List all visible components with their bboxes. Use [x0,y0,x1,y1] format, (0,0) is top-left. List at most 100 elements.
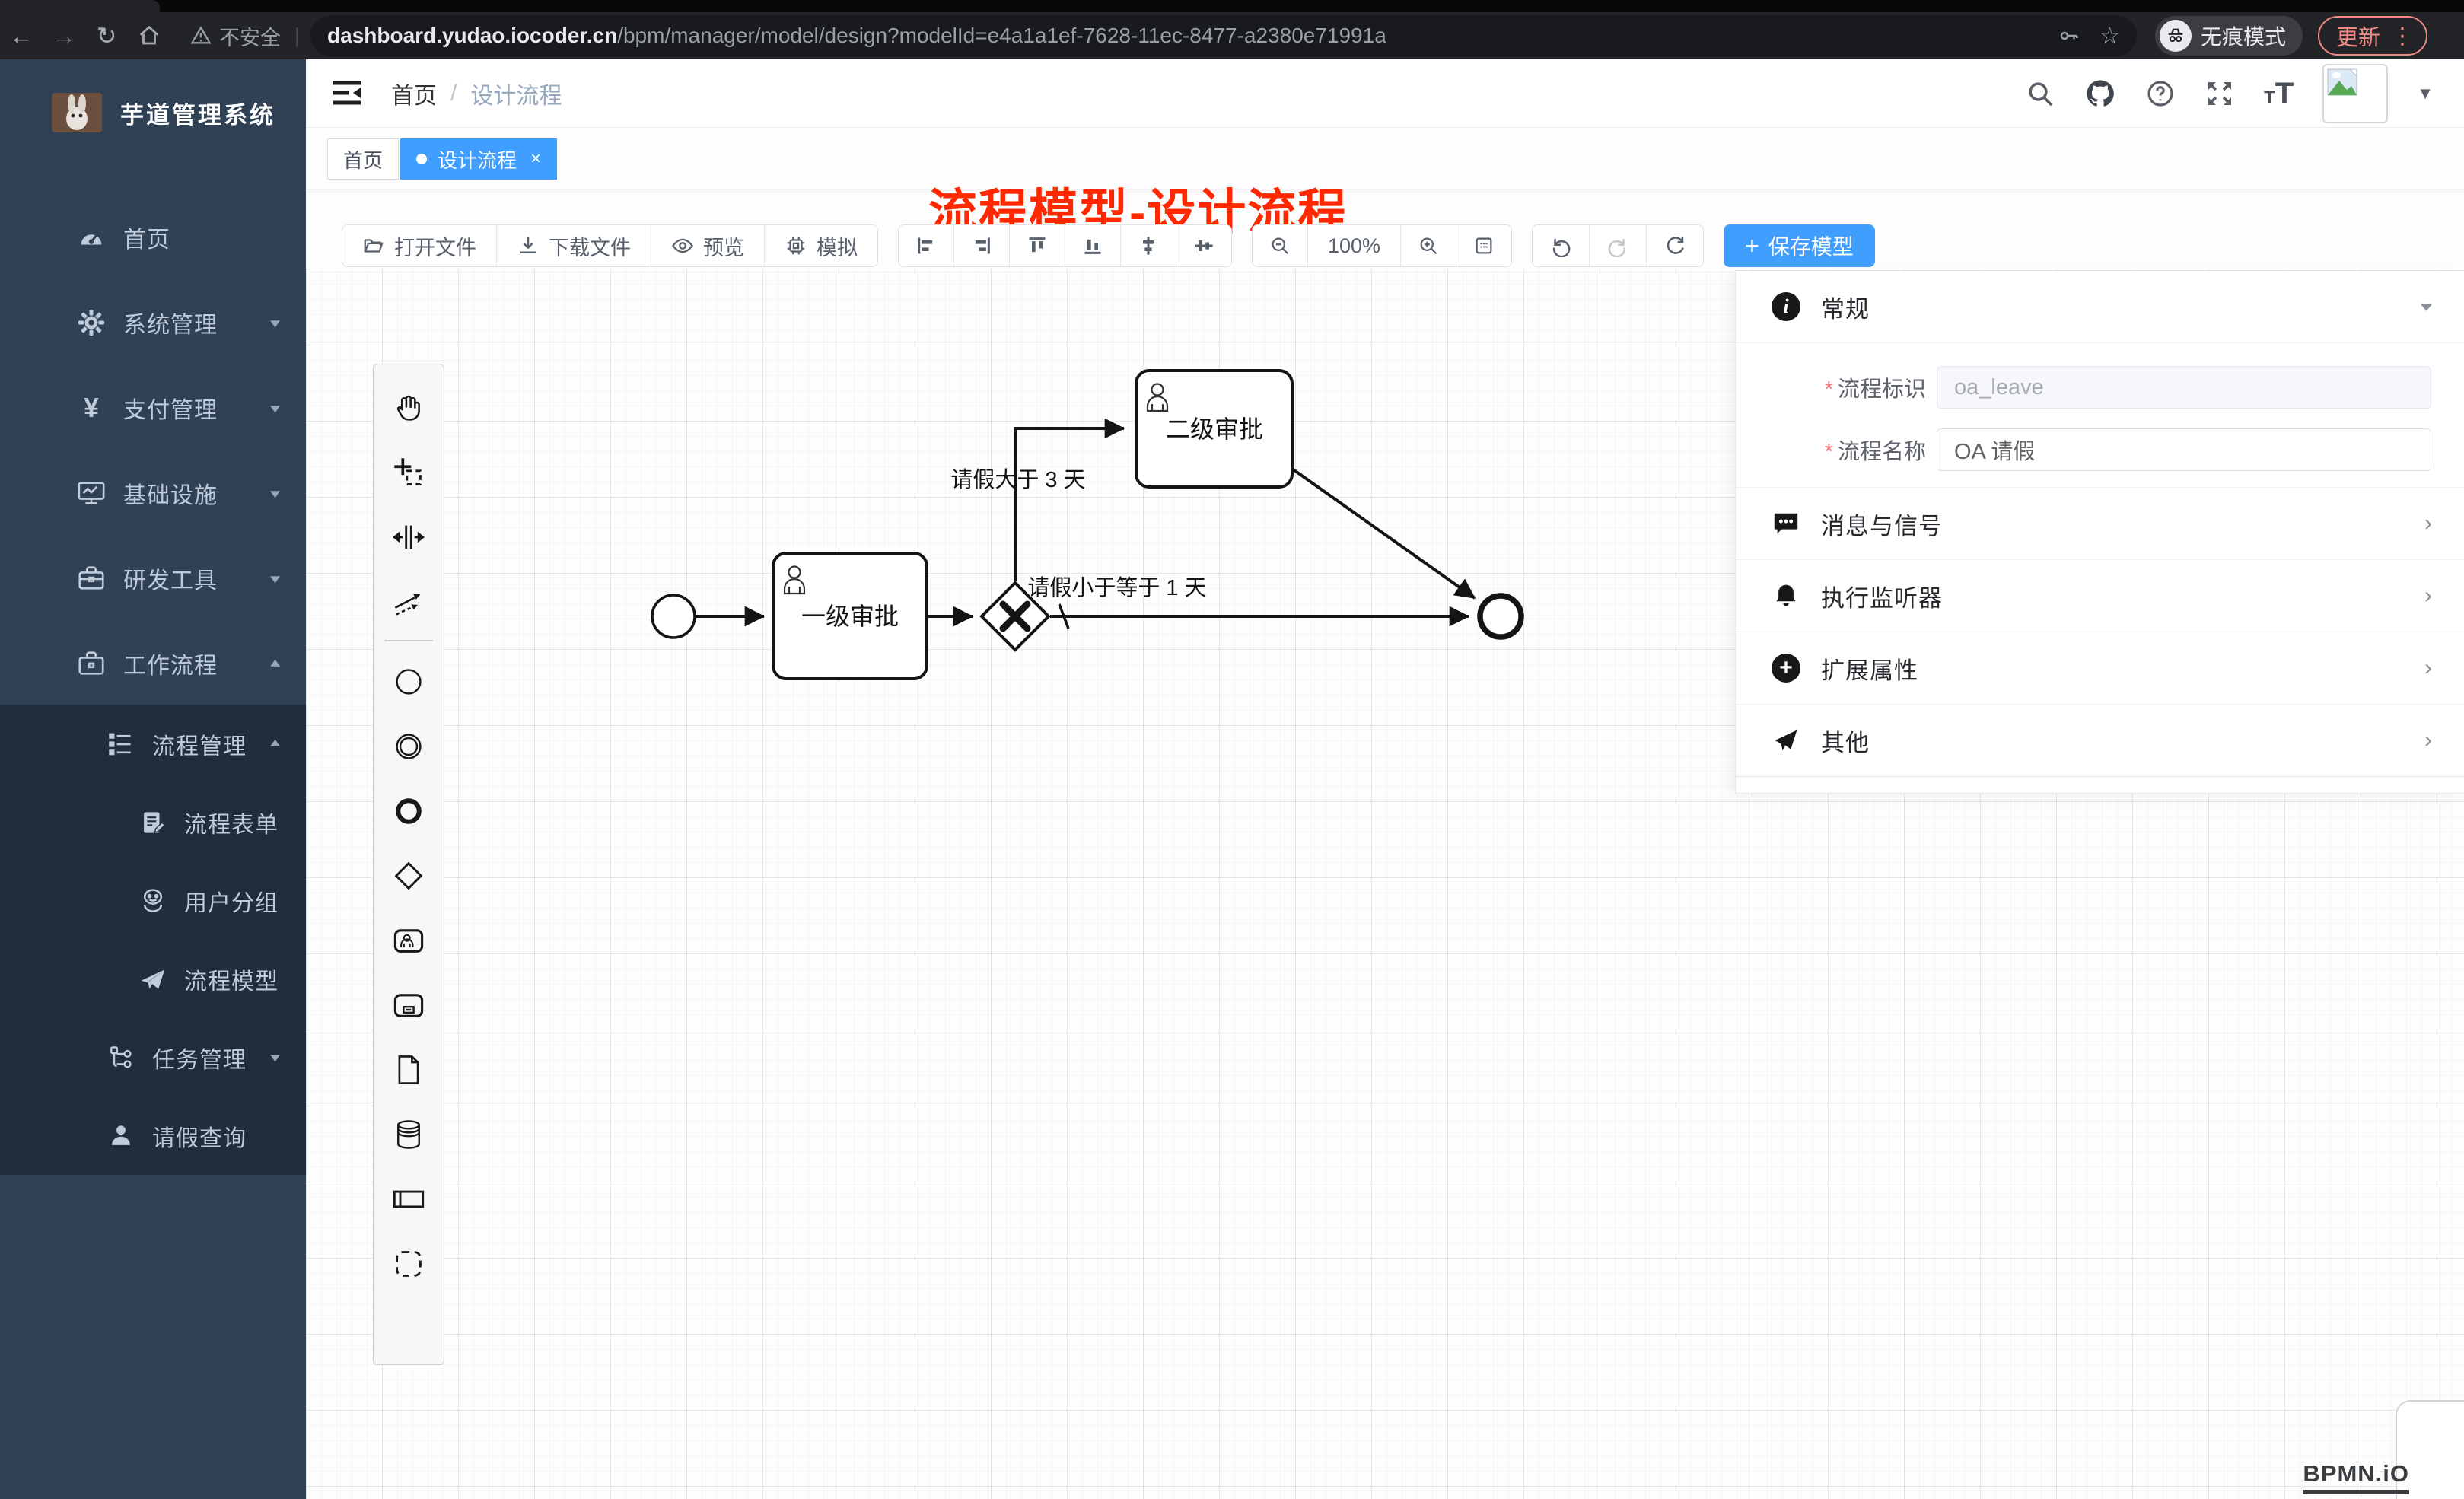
sidebar-item-home[interactable]: 首页 [0,195,306,280]
plus-icon: + [1745,232,1759,260]
restart-button[interactable] [1647,225,1703,266]
sidebar-item-leave-query[interactable]: 请假查询 [0,1096,306,1175]
browser-toolbar: ← → ↻ 不安全 | dashboard.yudao.iocoder.cn/b… [0,12,2464,59]
start-event[interactable] [652,595,695,638]
zoom-reset-button[interactable] [1456,225,1511,266]
gear-icon [76,307,107,338]
sidebar-collapse-button[interactable] [330,78,364,110]
breadcrumb-home[interactable]: 首页 [391,77,437,110]
section-message-signal[interactable]: 消息与信号 › [1736,488,2464,560]
chevron-down-icon: ▾ [270,314,280,331]
tab-home[interactable]: 首页 [327,138,399,180]
zoom-in-button[interactable] [1401,225,1456,266]
align-top-button[interactable] [1010,225,1065,266]
download-icon [517,234,540,257]
sidebar-item-infra[interactable]: 基础设施 ▾ [0,450,306,536]
end-event[interactable] [1480,596,1521,637]
url-path: /bpm/manager/model/design?modelId=e4a1a1… [617,24,1386,48]
tab-design-process[interactable]: 设计流程 × [400,138,557,180]
section-general[interactable]: i 常规 ▾ [1736,271,2464,343]
redo-button[interactable] [1590,225,1647,266]
url-bar[interactable]: dashboard.yudao.iocoder.cn/bpm/manager/m… [310,15,2137,56]
simulate-button[interactable]: 模拟 [765,225,877,266]
sidebar-item-process-form[interactable]: 流程表单 [0,783,306,861]
font-size-icon[interactable]: TT [2264,77,2294,111]
close-icon[interactable]: × [530,148,541,170]
align-middle-button[interactable] [1176,225,1231,266]
header-actions: TT ▼ [2025,59,2434,128]
save-model-button[interactable]: + 保存模型 [1724,224,1875,267]
palette-participant[interactable] [384,1166,433,1231]
back-button[interactable]: ← [0,19,43,53]
process-key-input[interactable] [1937,366,2431,409]
section-label: 扩展属性 [1821,651,1918,686]
forward-button[interactable]: → [43,19,85,53]
sidebar-item-label: 任务管理 [152,1041,247,1074]
avatar-caret-icon[interactable]: ▼ [2417,84,2434,103]
align-right-button[interactable] [954,225,1010,266]
search-icon[interactable] [2025,78,2055,109]
reload-button[interactable]: ↻ [85,19,128,53]
palette-hand-tool[interactable] [384,375,433,440]
sidebar-item-task-mgmt[interactable]: 任务管理 ▾ [0,1018,306,1096]
info-icon: i [1771,291,1801,322]
yen-icon: ¥ [76,393,107,423]
fullscreen-icon[interactable] [2205,78,2235,109]
section-other[interactable]: 其他 › [1736,705,2464,777]
palette-lasso-tool[interactable] [384,440,433,504]
home-icon [138,24,161,47]
preview-button[interactable]: 预览 [651,225,765,266]
palette-user-task[interactable] [384,908,433,972]
sidebar-item-devtools[interactable]: 研发工具 ▾ [0,536,306,621]
chevron-down-icon: ▾ [270,570,280,587]
align-left-button[interactable] [899,225,954,266]
browser-update-button[interactable]: 更新 ⋮ [2318,16,2427,56]
palette-group[interactable] [384,1231,433,1296]
download-file-button[interactable]: 下载文件 [497,225,651,266]
zoom-out-button[interactable] [1253,225,1308,266]
bookmark-star-icon[interactable]: ☆ [2099,23,2120,49]
open-file-button[interactable]: 打开文件 [342,225,497,266]
briefcase-icon [76,648,107,679]
sidebar-item-process-mgmt[interactable]: 流程管理 ▾ [0,705,306,783]
palette-global-connect-tool[interactable] [384,569,433,634]
browser-active-tab[interactable] [0,0,160,12]
history-group [1532,224,1704,267]
sidebar-item-label: 支付管理 [123,391,218,425]
palette-subprocess[interactable] [384,972,433,1037]
align-center-button[interactable] [1121,225,1176,266]
palette-gateway[interactable] [384,843,433,908]
sidebar-item-system[interactable]: 系统管理 ▾ [0,280,306,365]
zoom-level-value: 100% [1328,234,1380,258]
process-name-input[interactable] [1937,428,2431,471]
palette-data-store[interactable] [384,1102,433,1166]
key-icon[interactable] [2057,24,2080,47]
section-execution-listener[interactable]: 执行监听器 › [1736,560,2464,632]
align-bottom-icon [1082,235,1103,256]
section-label: 执行监听器 [1821,579,1943,613]
sidebar-item-process-model[interactable]: 流程模型 [0,940,306,1018]
palette-intermediate-event[interactable] [384,714,433,778]
palette-end-event[interactable] [384,778,433,843]
redo-icon [1606,234,1629,257]
palette-space-tool[interactable] [384,504,433,569]
browser-menu-icon[interactable]: ⋮ [2391,23,2414,49]
bpmn-canvas[interactable]: 打开文件 下载文件 预览 模拟 100% [306,189,2464,1499]
palette-data-object[interactable] [384,1037,433,1102]
home-button[interactable] [128,19,170,53]
bpmn-io-logo[interactable]: BPMN.iO [2303,1460,2409,1494]
app-title: 芋道管理系统 [120,96,275,130]
sidebar-item-workflow[interactable]: 工作流程 ▾ [0,621,306,706]
undo-button[interactable] [1533,225,1590,266]
github-icon[interactable] [2084,78,2116,110]
sidebar-item-payment[interactable]: ¥ 支付管理 ▾ [0,365,306,450]
sidebar-item-user-group[interactable]: 用户分组 [0,861,306,940]
avatar[interactable] [2322,64,2388,123]
security-chip[interactable]: 不安全 | [190,21,300,51]
help-icon[interactable] [2145,78,2176,109]
palette-start-event[interactable] [384,649,433,714]
align-bottom-button[interactable] [1065,225,1121,266]
section-extended-attrs[interactable]: + 扩展属性 › [1736,632,2464,705]
bpmn-palette [373,364,444,1365]
sidebar-item-label: 首页 [123,221,170,254]
